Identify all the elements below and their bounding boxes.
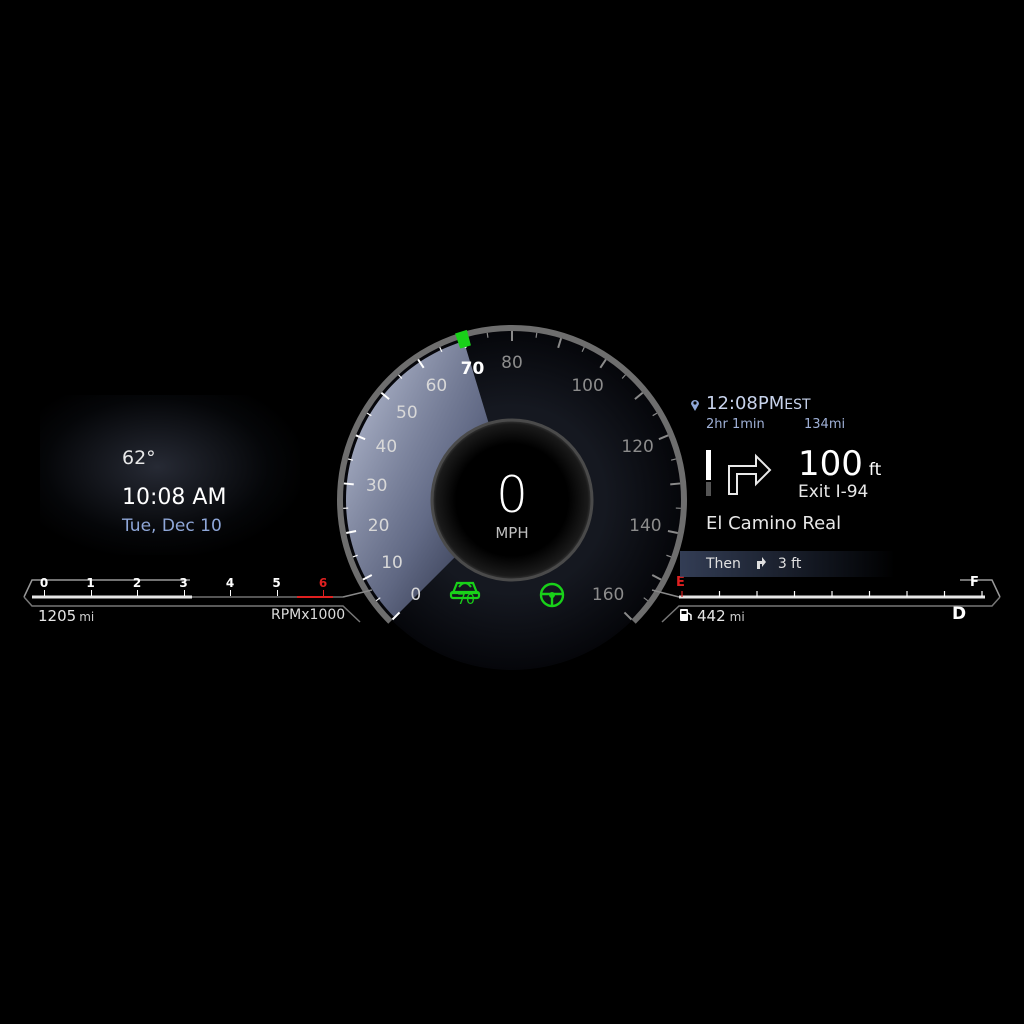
speed-tick [535, 332, 538, 338]
nav-duration: 2hr 1min [706, 417, 765, 432]
location-pin-icon [689, 397, 701, 411]
tach-tick [44, 590, 45, 596]
nav-then: Then 3 ft [706, 556, 801, 573]
cruise-set-speed: 70 [457, 592, 475, 608]
tach-tick [137, 590, 138, 596]
nav-maneuver-distance: 100 ft [798, 444, 881, 484]
fuel-empty-label: E [676, 575, 685, 590]
digital-speed: 0 [496, 466, 528, 524]
steering-assist-icon [537, 580, 567, 610]
tach-tick-label: 1 [86, 576, 95, 590]
tach-tick-label: 6 [318, 576, 328, 590]
tach-tick-label: 4 [225, 576, 235, 590]
tach-tick-label: 0 [39, 576, 49, 590]
speed-unit: MPH [495, 524, 529, 542]
speed-tick [343, 482, 354, 486]
nav-maneuver-unit: ft [868, 460, 882, 480]
odometer-unit: mi [79, 610, 95, 624]
odometer-value: 1205 [38, 607, 77, 625]
nav-remaining-distance: 134mi [804, 417, 846, 432]
nav-then-distance: 3 ft [777, 556, 802, 572]
fuel-pump-icon [678, 607, 694, 623]
rpm-label: RPMx1000 [271, 607, 346, 623]
fuel-range-value: 442 [697, 607, 726, 625]
fuel-range-unit: mi [729, 610, 745, 624]
tach-tick [230, 590, 231, 596]
fuel-full-label: F [970, 575, 979, 590]
nav-maneuver-value: 100 [798, 444, 863, 484]
speed-tick [670, 482, 681, 486]
tach-tick-label: 3 [179, 576, 188, 590]
nav-eta-zone: EST [784, 397, 811, 413]
odometer: 1205 mi [38, 606, 94, 625]
gear-indicator: D [952, 604, 967, 624]
tach-tick-label: 2 [132, 576, 142, 590]
tach-tick-label: 5 [272, 576, 281, 590]
nav-eta-time: 12:08PM [706, 393, 785, 414]
nav-exit: Exit I-94 [798, 482, 869, 502]
speed-tick [486, 332, 489, 338]
nav-street: El Camino Real [706, 513, 842, 534]
nav-then-label: Then [706, 556, 741, 572]
tach-tick [276, 590, 278, 596]
turn-right-arrow-icon [722, 444, 774, 496]
turn-right-small-icon [755, 556, 767, 573]
fuel-range: 442 mi [697, 606, 745, 625]
tach-redline [296, 596, 333, 598]
tach-tick [183, 590, 185, 596]
tach-tick [90, 590, 92, 596]
nav-distance-gauge [706, 450, 711, 480]
nav-eta: 12:08PMEST [706, 393, 811, 414]
